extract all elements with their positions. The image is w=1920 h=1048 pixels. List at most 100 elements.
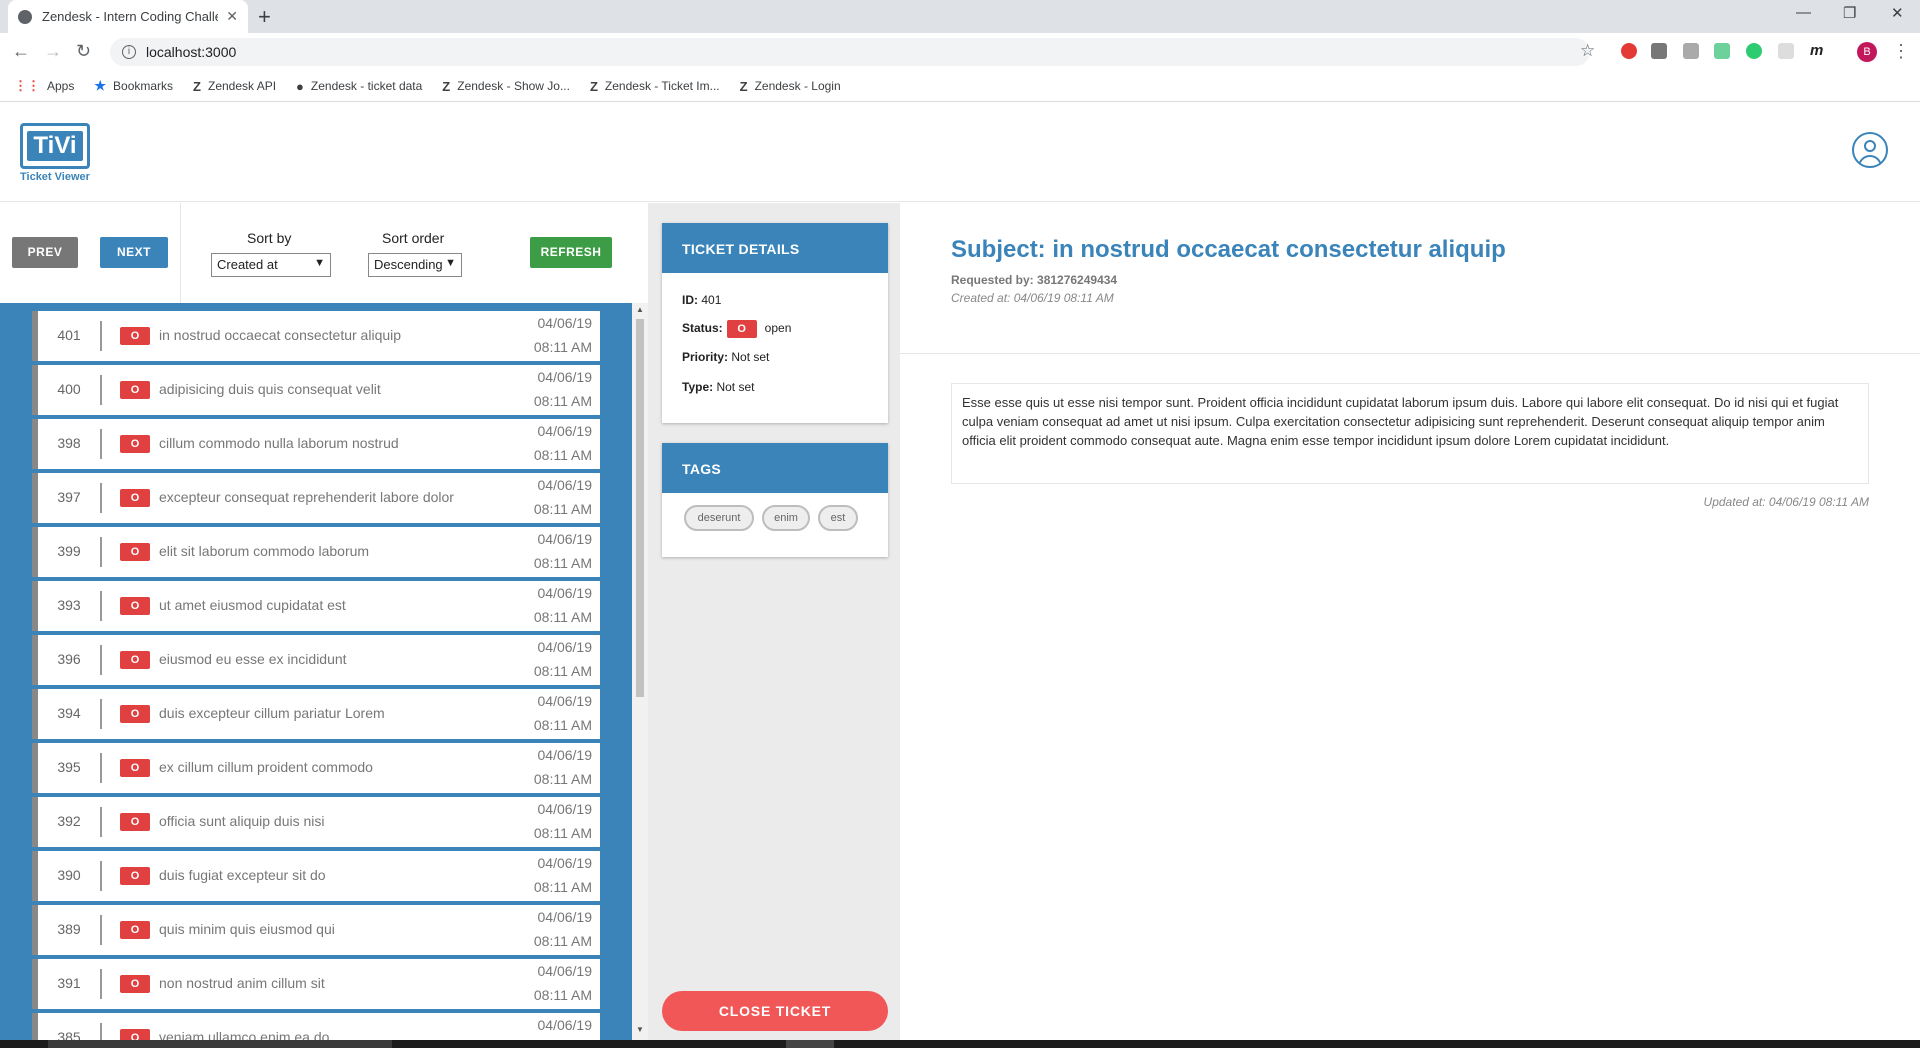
detail-priority: Priority: Not set xyxy=(682,350,770,364)
close-ticket-button[interactable]: CLOSE TICKET xyxy=(662,991,888,1031)
scroll-down-icon[interactable]: ▼ xyxy=(636,1025,644,1034)
globe-icon xyxy=(18,9,32,24)
tags-title: TAGS xyxy=(662,443,888,493)
ticket-subject: ut amet eiusmod cupidatat est xyxy=(159,597,346,613)
ticket-subject: adipisicing duis quis consequat velit xyxy=(159,381,381,397)
close-window-icon[interactable]: ✕ xyxy=(1891,4,1904,22)
url-text: localhost:3000 xyxy=(146,44,237,60)
refresh-button[interactable]: REFRESH xyxy=(530,237,612,268)
ticket-row[interactable]: 400 Oadipisicing duis quis consequat veli… xyxy=(32,365,600,415)
bookmark-apps[interactable]: ⋮⋮ Apps xyxy=(14,78,74,94)
scroll-up-icon[interactable]: ▲ xyxy=(636,305,644,314)
sort-by-select[interactable]: Created at ▼ xyxy=(211,253,331,277)
forward-icon[interactable]: → xyxy=(44,41,62,62)
ticket-date: 04/06/19 xyxy=(537,369,593,385)
ticket-time: 08:11 AM xyxy=(533,501,592,517)
ticket-row[interactable]: 393 Out amet eiusmod cupidatat est 04/06/1… xyxy=(32,581,600,631)
zendesk-icon: Z xyxy=(739,78,748,94)
close-tab-icon[interactable]: ✕ xyxy=(226,8,238,25)
evernote-icon[interactable] xyxy=(1746,43,1762,59)
ticket-time: 08:11 AM xyxy=(533,555,592,571)
ticket-date: 04/06/19 xyxy=(537,585,593,601)
ticket-id: 400 xyxy=(57,381,81,397)
ticket-id: 393 xyxy=(57,597,81,613)
row-divider xyxy=(100,375,102,405)
prev-button[interactable]: PREV xyxy=(12,237,78,268)
ticket-date: 04/06/19 xyxy=(537,315,593,331)
minimize-icon[interactable]: — xyxy=(1796,4,1811,21)
tag: enim xyxy=(762,505,810,531)
extension-icon[interactable] xyxy=(1651,43,1667,59)
status-badge: O xyxy=(120,813,150,831)
row-divider xyxy=(100,969,102,999)
ticket-time: 08:11 AM xyxy=(533,393,592,409)
ticket-details-title: TICKET DETAILS xyxy=(662,223,888,273)
status-badge: O xyxy=(120,921,150,939)
logo: TiVi xyxy=(20,123,90,169)
ticket-row[interactable]: 399 Oelit sit laborum commodo laborum 04/0… xyxy=(32,527,600,577)
extension-icon[interactable] xyxy=(1683,43,1699,59)
ticket-row[interactable]: 401 Oin nostrud occaecat consectetur aliq… xyxy=(32,311,600,361)
bookmark-zendesk-api[interactable]: Z Zendesk API xyxy=(193,79,276,94)
back-icon[interactable]: ← xyxy=(12,41,30,62)
ticket-time: 08:11 AM xyxy=(533,663,592,679)
star-icon: ★ xyxy=(94,78,107,93)
ticket-id: 395 xyxy=(57,759,81,775)
zendesk-icon: Z xyxy=(193,78,201,94)
restore-icon[interactable]: ❐ xyxy=(1843,4,1856,22)
bookmark-bookmarks[interactable]: ★ Bookmarks xyxy=(94,78,173,94)
ticket-row[interactable]: 390 Oduis fugiat excepteur sit do 04/06/19… xyxy=(32,851,600,901)
tab-title: Zendesk - Intern Coding Challenge xyxy=(42,9,218,24)
ticket-row[interactable]: 394 Oduis excepteur cillum pariatur Lorem… xyxy=(32,689,600,739)
status-badge: O xyxy=(120,543,150,561)
ticket-rows: 401 Oin nostrud occaecat consectetur aliq… xyxy=(32,311,600,1048)
ticket-row[interactable]: 395 Oex cillum cillum proident commodo 04/… xyxy=(32,743,600,793)
status-badge: O xyxy=(120,489,150,507)
extension-m-icon[interactable]: m xyxy=(1810,43,1826,59)
reload-icon[interactable]: ↻ xyxy=(76,41,91,62)
row-divider xyxy=(100,699,102,729)
ticket-subject: duis fugiat excepteur sit do xyxy=(159,867,326,883)
ticket-list-scrollbar[interactable]: ▲ ▼ xyxy=(632,303,648,1040)
browser-tab[interactable]: Zendesk - Intern Coding Challenge ✕ xyxy=(8,0,248,33)
address-bar[interactable]: i localhost:3000 xyxy=(110,38,1590,66)
menu-dots-icon[interactable]: ⋮ xyxy=(1892,41,1910,62)
browser-tab-bar: Zendesk - Intern Coding Challenge ✕ + — … xyxy=(0,0,1920,33)
ticket-details-card: TICKET DETAILS ID: 401 Status: Oopen Prio… xyxy=(662,223,888,423)
extension-opera-icon[interactable] xyxy=(1621,43,1637,59)
logo-caption: Ticket Viewer xyxy=(20,171,90,183)
ticket-row[interactable]: 391 Onon nostrud anim cillum sit 04/06/19 0… xyxy=(32,959,600,1009)
bookmark-ticket-import[interactable]: Z Zendesk - Ticket Im... xyxy=(590,79,720,94)
scrollbar-thumb[interactable] xyxy=(636,319,644,697)
new-tab-icon[interactable]: + xyxy=(258,4,271,30)
list-controls: PREV NEXT Sort by Created at ▼ Sort orde… xyxy=(0,203,648,303)
profile-avatar-icon[interactable]: B xyxy=(1857,42,1877,62)
zendesk-icon: Z xyxy=(442,78,451,94)
bookmark-login[interactable]: Z Zendesk - Login xyxy=(740,79,841,94)
bookmark-star-icon[interactable]: ☆ xyxy=(1580,41,1595,61)
bookmark-show-jobs[interactable]: Z Zendesk - Show Jo... xyxy=(442,79,570,94)
detail-id: ID: 401 xyxy=(682,293,722,307)
ticket-id: 394 xyxy=(57,705,81,721)
ticket-row[interactable]: 398 Ocillum commodo nulla laborum nostrud… xyxy=(32,419,600,469)
ticket-date: 04/06/19 xyxy=(537,855,593,871)
ticket-row[interactable]: 397 Oexcepteur consequat reprehenderit la… xyxy=(32,473,600,523)
browser-toolbar: ← → ↻ i localhost:3000 ☆ m B ⋮ xyxy=(0,33,1920,71)
info-icon[interactable]: i xyxy=(122,45,136,59)
ticket-time: 08:11 AM xyxy=(533,987,592,1003)
app-header: TiVi Ticket Viewer xyxy=(0,102,1920,202)
ticket-subject: excepteur consequat reprehenderit labore… xyxy=(159,489,454,505)
ticket-detail-pane: Subject: in nostrud occaecat consectetur… xyxy=(900,203,1920,1048)
ticket-date: 04/06/19 xyxy=(537,963,593,979)
user-avatar-icon[interactable] xyxy=(1852,132,1888,168)
sort-order-select[interactable]: Descending ▼ xyxy=(368,253,462,277)
ticket-row[interactable]: 392 Oofficia sunt aliquip duis nisi 04/06/… xyxy=(32,797,600,847)
status-badge: O xyxy=(120,381,150,399)
next-button[interactable]: NEXT xyxy=(100,237,168,268)
bookmark-ticket-data[interactable]: ● Zendesk - ticket data xyxy=(296,79,422,94)
ticket-date: 04/06/19 xyxy=(537,693,593,709)
ticket-row[interactable]: 396 Oeiusmod eu esse ex incididunt 04/06/1… xyxy=(32,635,600,685)
extension-icon[interactable] xyxy=(1714,43,1730,59)
ticket-row[interactable]: 389 Oquis minim quis eiusmod qui 04/06/19 0… xyxy=(32,905,600,955)
extension-icon[interactable] xyxy=(1778,43,1794,59)
